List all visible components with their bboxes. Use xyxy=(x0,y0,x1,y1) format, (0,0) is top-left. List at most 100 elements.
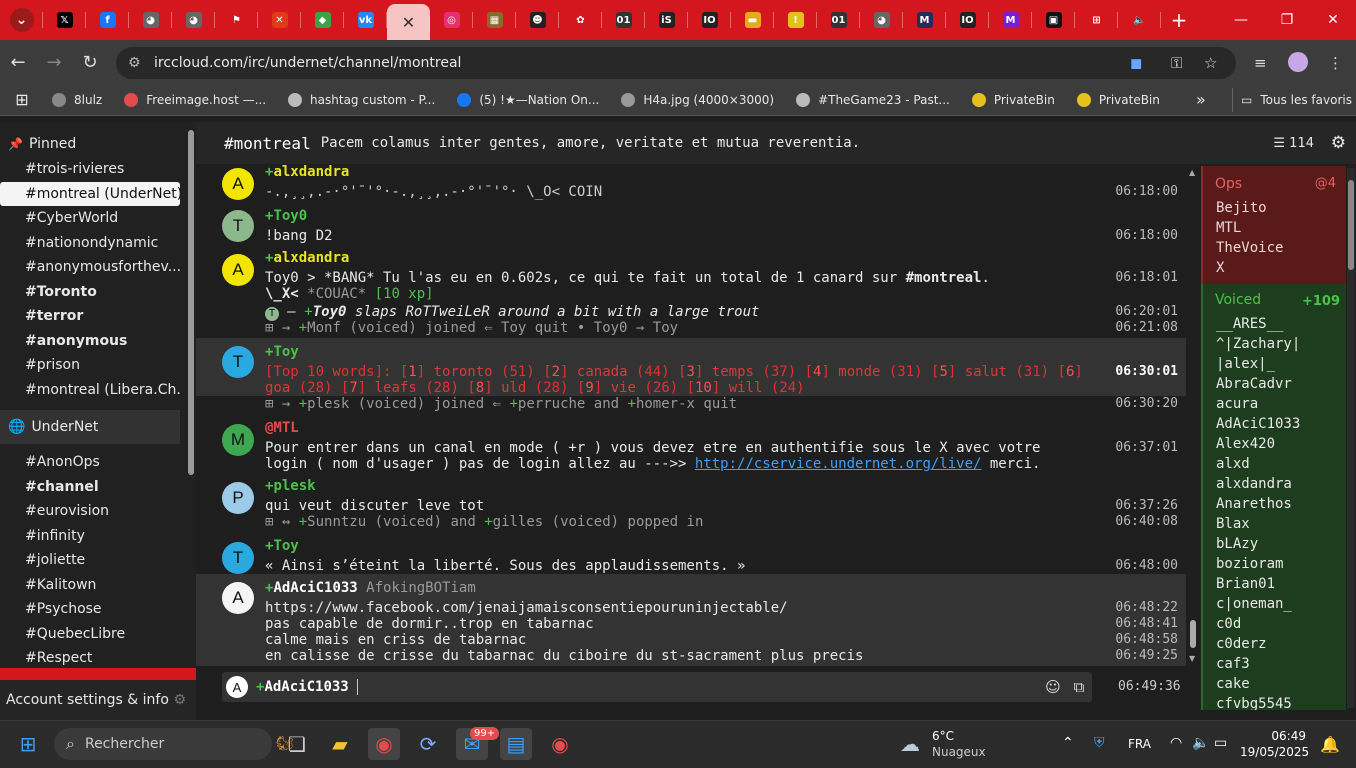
user-item[interactable]: c0derz xyxy=(1216,636,1267,652)
avatar[interactable]: P xyxy=(222,482,254,514)
minimize-icon[interactable]: — xyxy=(1218,0,1264,40)
browser-tab[interactable]: f xyxy=(86,0,129,40)
scroll-down-icon[interactable]: ▼ xyxy=(1189,654,1195,663)
sidebar-channel-item[interactable]: #AnonOps xyxy=(0,450,180,475)
notepad-icon[interactable]: ▤ xyxy=(500,728,532,760)
sidebar-channel-item[interactable]: #terror xyxy=(0,304,180,329)
avatar[interactable]: A xyxy=(222,168,254,200)
scroll-up-icon[interactable]: ▲ xyxy=(1189,168,1195,177)
key-icon[interactable]: ⚿ xyxy=(1171,54,1182,72)
sidebar-channel-item[interactable]: #Respect xyxy=(0,646,180,671)
apps-grid-icon[interactable]: ⊞ xyxy=(0,88,44,112)
user-item[interactable]: cfvbg5545 xyxy=(1216,696,1292,710)
browser-tab[interactable]: M xyxy=(989,0,1032,40)
browser-tab[interactable]: ☻ xyxy=(516,0,559,40)
user-item[interactable]: alxdandra xyxy=(1216,476,1292,492)
user-item[interactable]: bozioram xyxy=(1216,556,1283,572)
chrome-alt-icon[interactable]: ◉ xyxy=(544,728,576,760)
profile-avatar[interactable] xyxy=(1288,52,1308,72)
battery-icon[interactable]: ▭ xyxy=(1214,735,1227,751)
browser-tab[interactable]: ◕ xyxy=(129,0,172,40)
security-shield-icon[interactable]: ⛨ xyxy=(1094,735,1105,751)
nick[interactable]: +plesk xyxy=(265,478,316,494)
bookmark[interactable]: H4a.jpg (4000×3000) xyxy=(613,88,782,112)
browser-tab[interactable]: IO xyxy=(946,0,989,40)
user-item[interactable]: Brian01 xyxy=(1216,576,1275,592)
message-input[interactable] xyxy=(356,679,1040,695)
sidebar-channel-item[interactable]: #montreal (Libera.Ch... xyxy=(0,378,180,403)
user-count[interactable]: ☰ 114 xyxy=(1273,136,1314,151)
media-icon[interactable]: ≡ xyxy=(1254,54,1267,72)
reload-icon[interactable]: ↻ xyxy=(72,44,108,80)
avatar[interactable]: A xyxy=(222,254,254,286)
browser-tab[interactable]: iS xyxy=(645,0,688,40)
maximize-icon[interactable]: ❐ xyxy=(1264,0,1310,40)
scroll-thumb[interactable] xyxy=(1190,620,1196,648)
user-item[interactable]: Bejito xyxy=(1216,200,1267,216)
user-item[interactable]: MTL xyxy=(1216,220,1241,236)
user-item[interactable]: c|oneman_ xyxy=(1216,596,1292,612)
emoji-icon[interactable]: ☺ xyxy=(1040,678,1066,696)
browser-tab[interactable]: ◕ xyxy=(172,0,215,40)
browser-tab[interactable]: ⊞ xyxy=(1075,0,1118,40)
user-item[interactable]: acura xyxy=(1216,396,1258,412)
sidebar-channel-item[interactable]: #Kalitown xyxy=(0,573,180,598)
sidebar-channel-item[interactable]: #nationondynamic xyxy=(0,231,180,256)
site-info-icon[interactable]: ⚙ xyxy=(128,55,141,71)
bookmarks-more-icon[interactable]: » xyxy=(1188,88,1214,112)
sidebar-channel-item[interactable]: #joliette xyxy=(0,548,180,573)
browser-tab[interactable]: ◎ xyxy=(430,0,473,40)
user-item[interactable]: X xyxy=(1216,260,1224,276)
sidebar-channel-item[interactable]: #CyberWorld xyxy=(0,206,180,231)
nick[interactable]: +Toy0 xyxy=(265,208,307,224)
avatar[interactable]: A xyxy=(222,582,254,614)
clock-date[interactable]: 19/05/2025 xyxy=(1240,745,1309,759)
sidebar-channel-item[interactable]: #Psychose xyxy=(0,597,180,622)
account-settings[interactable]: Account settings & info ⚙ xyxy=(0,680,196,720)
new-tab-button[interactable]: + xyxy=(1161,8,1197,32)
address-bar[interactable]: ⚙ irccloud.com/irc/undernet/channel/mont… xyxy=(116,47,1236,79)
user-item[interactable]: Anarethos xyxy=(1216,496,1292,512)
browser-tab[interactable]: ! xyxy=(774,0,817,40)
browser-tab[interactable]: ⚑ xyxy=(215,0,258,40)
forward-icon[interactable]: → xyxy=(36,44,72,80)
cservice-link[interactable]: http://cservice.undernet.org/live/ xyxy=(695,456,982,472)
sidebar-channel-item[interactable]: #QuebecLibre xyxy=(0,622,180,647)
browser-tab[interactable]: vk xyxy=(344,0,387,40)
userlist-scrollbar[interactable] xyxy=(1347,168,1355,708)
sidebar-channel-item[interactable]: #prison xyxy=(0,353,180,378)
user-item[interactable]: ^|Zachary| xyxy=(1216,336,1300,352)
bookmark[interactable]: hashtag custom - P... xyxy=(280,88,443,112)
volume-icon[interactable]: 🔈 xyxy=(1192,735,1209,751)
user-item[interactable]: TheVoice xyxy=(1216,240,1283,256)
taskbar-search[interactable]: ⌕ Rechercher 🐿 xyxy=(54,728,294,760)
windows-start-icon[interactable]: ⊞ xyxy=(12,728,44,760)
log-scrollbar[interactable]: ▲ ▼ xyxy=(1188,168,1198,666)
nick[interactable]: +alxdandra xyxy=(265,250,349,266)
user-item[interactable]: Alex420 xyxy=(1216,436,1275,452)
close-icon[interactable]: ✕ xyxy=(401,13,417,32)
network-header-undernet[interactable]: 🌐 UnderNet xyxy=(0,410,180,444)
browser-tab[interactable]: ▬ xyxy=(731,0,774,40)
scroll-thumb[interactable] xyxy=(1348,180,1354,270)
notifications-icon[interactable]: 🔔 xyxy=(1320,735,1340,754)
sidebar-channel-item[interactable]: #Toronto xyxy=(0,280,180,305)
nick[interactable]: +Toy xyxy=(265,538,299,554)
avatar[interactable]: T xyxy=(222,346,254,378)
sync-app-icon[interactable]: ⟳ xyxy=(412,728,444,760)
sidebar-channel-item[interactable]: #trois-rivieres xyxy=(0,157,180,182)
bookmark[interactable]: 8lulz xyxy=(44,88,110,112)
close-window-icon[interactable]: ✕ xyxy=(1310,0,1356,40)
bookmark[interactable]: PrivateBin xyxy=(964,88,1063,112)
user-item[interactable]: bLAzy xyxy=(1216,536,1258,552)
avatar[interactable]: T xyxy=(222,542,254,574)
menu-icon[interactable]: ⋮ xyxy=(1328,54,1343,72)
nick[interactable]: +AdAciC1033 AfokingBOTiam xyxy=(265,580,476,596)
browser-tab[interactable]: ✕ xyxy=(387,4,430,40)
language-indicator[interactable]: FRA xyxy=(1128,737,1151,751)
user-item[interactable]: Blax xyxy=(1216,516,1250,532)
user-item[interactable]: AbraCadvr xyxy=(1216,376,1292,392)
browser-tab[interactable]: 𝕏 xyxy=(43,0,86,40)
browser-tab[interactable]: 🔈 xyxy=(1118,0,1161,40)
browser-tab[interactable]: ◆ xyxy=(301,0,344,40)
